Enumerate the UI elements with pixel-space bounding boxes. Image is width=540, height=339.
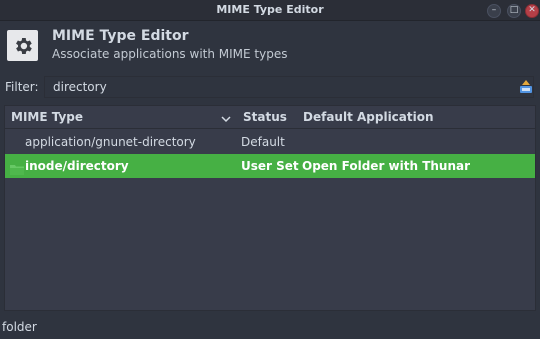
- mime-type-cell: inode/directory: [25, 159, 129, 173]
- folder-icon: [10, 160, 24, 175]
- filter-label: Filter:: [5, 80, 39, 94]
- status-bar: folder: [0, 314, 540, 339]
- header-subtitle: Associate applications with MIME types: [52, 47, 288, 61]
- column-header-mime-type[interactable]: MIME Type: [11, 110, 83, 124]
- maximize-icon: □: [509, 5, 519, 15]
- table-row-selected[interactable]: inode/directory User Set Open Folder wit…: [5, 154, 535, 178]
- default-application-cell: Open Folder with Thunar: [302, 159, 471, 173]
- window-title: MIME Type Editor: [216, 3, 324, 16]
- status-cell: User Set: [241, 159, 299, 173]
- mime-type-cell: application/gnunet-directory: [25, 135, 196, 149]
- column-header-default-application[interactable]: Default Application: [303, 110, 434, 124]
- gear-icon: [7, 30, 38, 61]
- minimize-button[interactable]: –: [487, 4, 501, 18]
- column-header-status[interactable]: Status: [243, 110, 287, 124]
- filter-bar: Filter:: [0, 76, 540, 100]
- status-cell: Default: [241, 135, 285, 149]
- mime-type-table: MIME Type Status Default Application app…: [4, 105, 536, 311]
- status-text: folder: [2, 320, 37, 334]
- table-row[interactable]: application/gnunet-directory Default: [5, 130, 535, 154]
- header-title: MIME Type Editor: [52, 28, 189, 44]
- chevron-down-icon[interactable]: [221, 110, 231, 123]
- table-header: MIME Type Status Default Application: [5, 106, 535, 129]
- maximize-button[interactable]: □: [507, 4, 521, 18]
- dialog-header: MIME Type Editor Associate applications …: [0, 21, 540, 69]
- close-button[interactable]: ✕: [525, 4, 539, 18]
- clear-filter-icon[interactable]: [518, 79, 534, 95]
- close-icon: ✕: [528, 5, 536, 15]
- filter-input[interactable]: [44, 76, 534, 98]
- minimize-icon: –: [491, 5, 497, 15]
- title-bar: MIME Type Editor – □ ✕: [0, 0, 540, 21]
